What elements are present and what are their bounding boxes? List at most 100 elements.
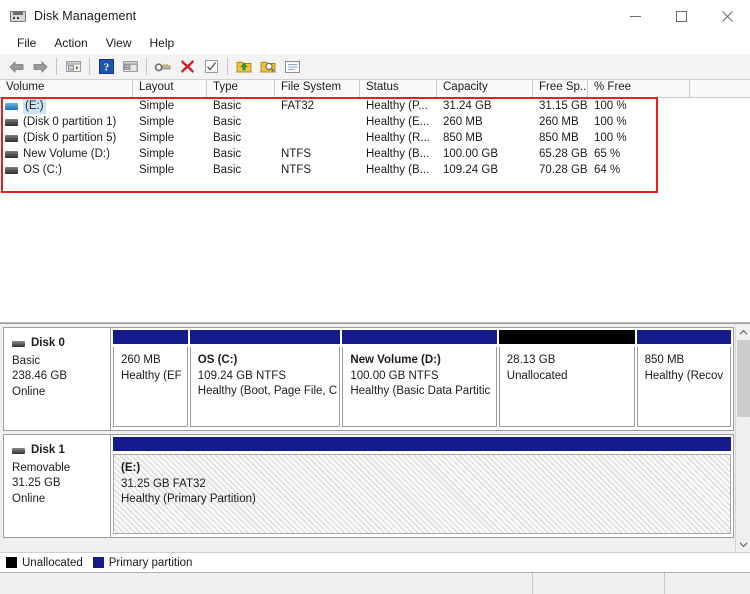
- svg-text:?: ?: [103, 62, 109, 74]
- table-row[interactable]: New Volume (D:) Simple Basic NTFS Health…: [0, 146, 750, 162]
- partition-color-bar: [113, 330, 188, 344]
- cell-free-space: 70.28 GB: [533, 162, 588, 178]
- table-row[interactable]: OS (C:) Simple Basic NTFS Healthy (B... …: [0, 162, 750, 178]
- status-segment-1: [0, 573, 533, 594]
- toolbar-separator: [89, 58, 90, 75]
- delete-icon[interactable]: [175, 56, 199, 78]
- partition-efi[interactable]: 260 MB Healthy (EF: [113, 330, 188, 427]
- toolbar-separator: [227, 58, 228, 75]
- partition-e-drive[interactable]: (E:) 31.25 GB FAT32 Healthy (Primary Par…: [113, 437, 731, 534]
- disk-row-disk-1[interactable]: Disk 1 Removable 31.25 GB Online (E:) 31…: [3, 434, 734, 538]
- legend: Unallocated Primary partition: [0, 552, 750, 572]
- removable-drive-icon: [5, 103, 18, 110]
- cell-volume: New Volume (D:): [0, 146, 133, 162]
- vertical-scrollbar[interactable]: [735, 324, 750, 552]
- column-header-type[interactable]: Type: [207, 80, 275, 97]
- cell-free-space: 31.15 GB: [533, 98, 588, 114]
- partition-os-c[interactable]: OS (C:) 109.24 GB NTFS Healthy (Boot, Pa…: [190, 330, 341, 427]
- table-row[interactable]: (Disk 0 partition 1) Simple Basic Health…: [0, 114, 750, 130]
- cell-status: Healthy (R...: [360, 130, 437, 146]
- cell-volume-label: OS (C:): [23, 162, 62, 178]
- cell-percent-free: 64 %: [588, 162, 690, 178]
- status-segment-3: [665, 573, 750, 594]
- hard-drive-icon: [12, 341, 25, 347]
- show-hide-console-tree-icon[interactable]: [118, 56, 142, 78]
- graphical-disk-pane: Disk 0 Basic 238.46 GB Online 260 MB Hea…: [0, 323, 750, 552]
- column-header-volume[interactable]: Volume: [0, 80, 133, 97]
- rescan-disks-icon[interactable]: [256, 56, 280, 78]
- partition-status: Healthy (Recov: [645, 369, 724, 385]
- cell-free-space: 260 MB: [533, 114, 588, 130]
- chevron-up-icon[interactable]: [736, 324, 750, 340]
- menu-action[interactable]: Action: [45, 34, 96, 52]
- cell-layout: Simple: [133, 146, 207, 162]
- cell-layout: Simple: [133, 130, 207, 146]
- partition-color-bar: [637, 330, 731, 344]
- cell-percent-free: 100 %: [588, 130, 690, 146]
- check-icon[interactable]: [199, 56, 223, 78]
- partition-status: Healthy (Boot, Page File, C: [198, 384, 334, 400]
- column-header-file-system[interactable]: File System: [275, 80, 360, 97]
- disk-1-partitions: (E:) 31.25 GB FAT32 Healthy (Primary Par…: [111, 435, 733, 537]
- table-row[interactable]: (E:) Simple Basic FAT32 Healthy (P... 31…: [0, 98, 750, 114]
- cell-volume: (Disk 0 partition 5): [0, 130, 133, 146]
- volume-list-rows: (E:) Simple Basic FAT32 Healthy (P... 31…: [0, 98, 750, 178]
- disk-title: Disk 1: [12, 443, 110, 459]
- column-header-capacity[interactable]: Capacity: [437, 80, 533, 97]
- disk-type: Basic: [12, 354, 110, 370]
- cell-type: Basic: [207, 114, 275, 130]
- partition-color-bar: [342, 330, 496, 344]
- cell-layout: Simple: [133, 98, 207, 114]
- details-icon[interactable]: [280, 56, 304, 78]
- up-one-level-icon[interactable]: [61, 56, 85, 78]
- cell-free-space: 65.28 GB: [533, 146, 588, 162]
- column-header-layout[interactable]: Layout: [133, 80, 207, 97]
- menu-help[interactable]: Help: [141, 34, 184, 52]
- properties-icon[interactable]: [151, 56, 175, 78]
- disk-info-disk-0[interactable]: Disk 0 Basic 238.46 GB Online: [4, 328, 111, 430]
- legend-item-unallocated: Unallocated: [6, 557, 83, 569]
- menu-view[interactable]: View: [97, 34, 141, 52]
- partition-size: 100.00 GB NTFS: [350, 369, 489, 385]
- status-segment-2: [533, 573, 665, 594]
- scrollbar-track[interactable]: [737, 417, 750, 536]
- legend-label: Primary partition: [109, 557, 193, 569]
- disk-state: Online: [12, 385, 110, 401]
- chevron-down-icon[interactable]: [736, 536, 750, 552]
- column-header-percent-free[interactable]: % Free: [588, 80, 690, 97]
- disk-info-disk-1[interactable]: Disk 1 Removable 31.25 GB Online: [4, 435, 111, 537]
- forward-arrow-icon[interactable]: [28, 56, 52, 78]
- volume-list-pane: Volume Layout Type File System Status Ca…: [0, 80, 750, 323]
- back-arrow-icon[interactable]: [4, 56, 28, 78]
- partition-new-volume-d[interactable]: New Volume (D:) 100.00 GB NTFS Healthy (…: [342, 330, 496, 427]
- disk-size: 31.25 GB: [12, 476, 110, 492]
- disk-row-disk-0[interactable]: Disk 0 Basic 238.46 GB Online 260 MB Hea…: [3, 327, 734, 431]
- hard-drive-icon: [5, 135, 18, 142]
- menu-file[interactable]: File: [8, 34, 45, 52]
- partition-recovery[interactable]: 850 MB Healthy (Recov: [637, 330, 731, 427]
- cell-capacity: 850 MB: [437, 130, 533, 146]
- cell-capacity: 100.00 GB: [437, 146, 533, 162]
- partition-size: 260 MB: [121, 353, 181, 369]
- cell-type: Basic: [207, 162, 275, 178]
- cell-percent-free: 100 %: [588, 98, 690, 114]
- legend-swatch-unallocated-icon: [6, 557, 17, 568]
- disk-name: Disk 0: [31, 336, 65, 352]
- window-title: Disk Management: [34, 9, 136, 23]
- partition-status: Healthy (Basic Data Partitic: [350, 384, 489, 400]
- partition-unallocated[interactable]: 28.13 GB Unallocated: [499, 330, 635, 427]
- maximize-button[interactable]: [658, 0, 704, 32]
- export-icon[interactable]: [232, 56, 256, 78]
- partition-name: New Volume (D:): [350, 353, 489, 369]
- partition-status: Healthy (EF: [121, 369, 181, 385]
- scrollbar-thumb[interactable]: [737, 340, 750, 417]
- table-row[interactable]: (Disk 0 partition 5) Simple Basic Health…: [0, 130, 750, 146]
- close-button[interactable]: [704, 0, 750, 32]
- help-icon[interactable]: ?: [94, 56, 118, 78]
- column-header-status[interactable]: Status: [360, 80, 437, 97]
- cell-capacity: 260 MB: [437, 114, 533, 130]
- cell-status: Healthy (P...: [360, 98, 437, 114]
- minimize-button[interactable]: [612, 0, 658, 32]
- cell-volume: (Disk 0 partition 1): [0, 114, 133, 130]
- column-header-free-space[interactable]: Free Sp...: [533, 80, 588, 97]
